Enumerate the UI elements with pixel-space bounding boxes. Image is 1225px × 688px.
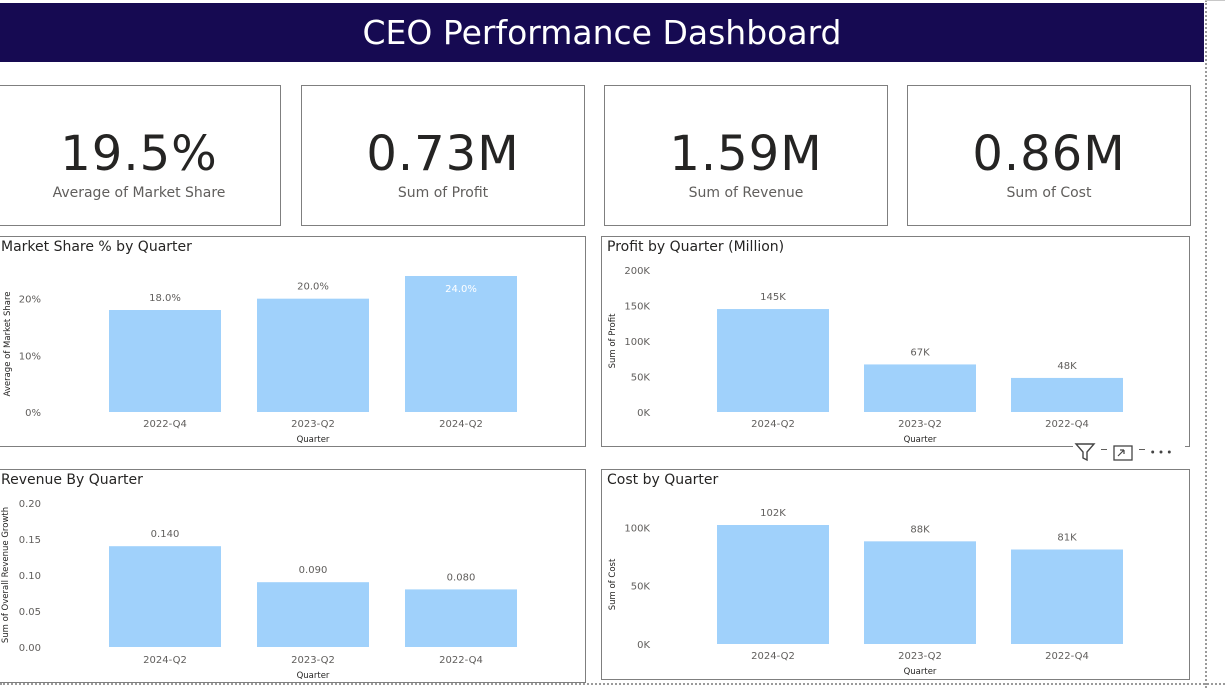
kpi-label: Sum of Profit	[397, 185, 489, 201]
x-tick-label: 2023-Q2	[898, 651, 942, 662]
x-tick-label: 2023-Q2	[898, 419, 942, 430]
bar[interactable]	[1011, 549, 1123, 645]
data-label: 20.0%	[297, 282, 329, 293]
y-tick-label: 50K	[631, 373, 651, 384]
data-label: 88K	[910, 524, 930, 535]
data-label: 67K	[910, 347, 930, 358]
data-label: 24.0%	[445, 284, 477, 295]
y-axis-title: Average of Market Share	[3, 292, 13, 397]
kpi-card-cost[interactable]: 0.86M Sum of Cost	[907, 85, 1191, 226]
x-tick-label: 2024-Q2	[143, 655, 187, 666]
y-axis-title: Sum of Cost	[608, 558, 618, 610]
canvas-edge	[1205, 0, 1207, 688]
y-axis-title: Sum of Profit	[608, 313, 618, 368]
kpi-card-revenue[interactable]: 1.59M Sum of Revenue	[604, 85, 888, 226]
y-tick-label: 0.20	[19, 499, 41, 510]
y-tick-label: 200K	[624, 266, 650, 277]
toolbar-separator	[1101, 448, 1107, 450]
y-tick-label: 0.15	[19, 535, 41, 546]
y-tick-label: 100K	[624, 523, 650, 534]
x-axis-title: Quarter	[297, 671, 330, 681]
kpi-value: 19.5%	[60, 126, 218, 182]
y-tick-label: 0.00	[19, 643, 41, 654]
visual-header-toolbar	[1073, 440, 1185, 464]
canvas-edge	[1205, 0, 1225, 4]
y-tick-label: 0K	[637, 640, 650, 651]
bar[interactable]	[405, 276, 517, 412]
y-tick-label: 50K	[631, 582, 651, 593]
x-tick-label: 2024-Q2	[751, 651, 795, 662]
data-label: 0.080	[447, 572, 476, 583]
kpi-value: 0.73M	[366, 126, 520, 182]
x-axis-title: Quarter	[904, 667, 937, 677]
x-tick-label: 2023-Q2	[291, 655, 335, 666]
data-label: 102K	[760, 508, 786, 519]
chart-plot: 0K 50K 100K 150K 200K Sum of Profit 145K 2024-Q…	[608, 266, 1123, 445]
y-tick-label: 0.10	[19, 571, 41, 582]
toolbar-separator	[1139, 448, 1145, 450]
kpi-label: Average of Market Share	[52, 185, 226, 201]
kpi-card-profit[interactable]: 0.73M Sum of Profit	[301, 85, 585, 226]
x-axis-title: Quarter	[297, 435, 330, 445]
data-label: 81K	[1057, 533, 1077, 544]
data-label: 0.090	[299, 565, 328, 576]
chart-plot: 0.00 0.05 0.10 0.15 0.20 Sum of Overall Reven…	[1, 499, 517, 681]
y-tick-label: 150K	[624, 302, 650, 313]
kpi-label: Sum of Revenue	[688, 185, 804, 201]
x-axis-title: Quarter	[904, 435, 937, 445]
bar[interactable]	[257, 582, 369, 647]
bar[interactable]	[405, 589, 517, 647]
chart-revenue-by-quarter[interactable]: Revenue By Quarter 0.00 0.05 0.10 0.15 0.20 S…	[0, 469, 586, 683]
y-tick-label: 0.05	[19, 607, 41, 618]
data-label: 18.0%	[149, 293, 181, 304]
x-tick-label: 2022-Q4	[143, 419, 187, 430]
data-label: 48K	[1057, 361, 1077, 372]
bar[interactable]	[1011, 377, 1123, 412]
bar[interactable]	[864, 541, 976, 644]
x-tick-label: 2024-Q2	[751, 419, 795, 430]
more-options-icon[interactable]	[1149, 441, 1173, 463]
canvas-edge	[0, 683, 1225, 685]
chart-plot: 0K 50K 100K Sum of Cost 102K 2024-Q2 88K 2023-Q…	[608, 508, 1123, 677]
y-tick-label: 0K	[637, 408, 650, 419]
focus-mode-icon[interactable]	[1111, 441, 1135, 463]
y-tick-label: 0%	[25, 408, 41, 419]
filter-icon[interactable]	[1073, 441, 1097, 463]
data-label: 145K	[760, 292, 786, 303]
data-label: 0.140	[151, 529, 180, 540]
kpi-card-market-share[interactable]: 19.5% Average of Market Share	[0, 85, 281, 226]
bar[interactable]	[864, 364, 976, 412]
x-tick-label: 2023-Q2	[291, 419, 335, 430]
x-tick-label: 2022-Q4	[1045, 651, 1089, 662]
page-title: CEO Performance Dashboard	[362, 13, 842, 52]
chart-market-share-by-quarter[interactable]: Market Share % by Quarter 0% 10% 20% Averag…	[0, 236, 586, 447]
kpi-label: Sum of Cost	[1006, 185, 1092, 201]
chart-plot: 0% 10% 20% Average of Market Share 18.0% 2022…	[3, 276, 517, 445]
y-tick-label: 10%	[19, 351, 41, 362]
kpi-value: 0.86M	[972, 126, 1126, 182]
kpi-value: 1.59M	[669, 126, 823, 182]
y-tick-label: 20%	[19, 295, 41, 306]
x-tick-label: 2022-Q4	[439, 655, 483, 666]
x-tick-label: 2024-Q2	[439, 419, 483, 430]
x-tick-label: 2022-Q4	[1045, 419, 1089, 430]
bar[interactable]	[717, 525, 829, 644]
bar[interactable]	[109, 546, 221, 647]
dashboard-header: CEO Performance Dashboard	[0, 3, 1204, 62]
chart-profit-by-quarter[interactable]: Profit by Quarter (Million) 0K 50K 100K 150…	[601, 236, 1190, 447]
bar[interactable]	[109, 310, 221, 412]
bar[interactable]	[717, 309, 829, 412]
y-axis-title: Sum of Overall Revenue Growth	[1, 507, 11, 643]
bar[interactable]	[257, 298, 369, 412]
y-tick-label: 100K	[624, 337, 650, 348]
chart-cost-by-quarter[interactable]: Cost by Quarter 0K 50K 100K Sum of Cost 102K…	[601, 469, 1190, 680]
